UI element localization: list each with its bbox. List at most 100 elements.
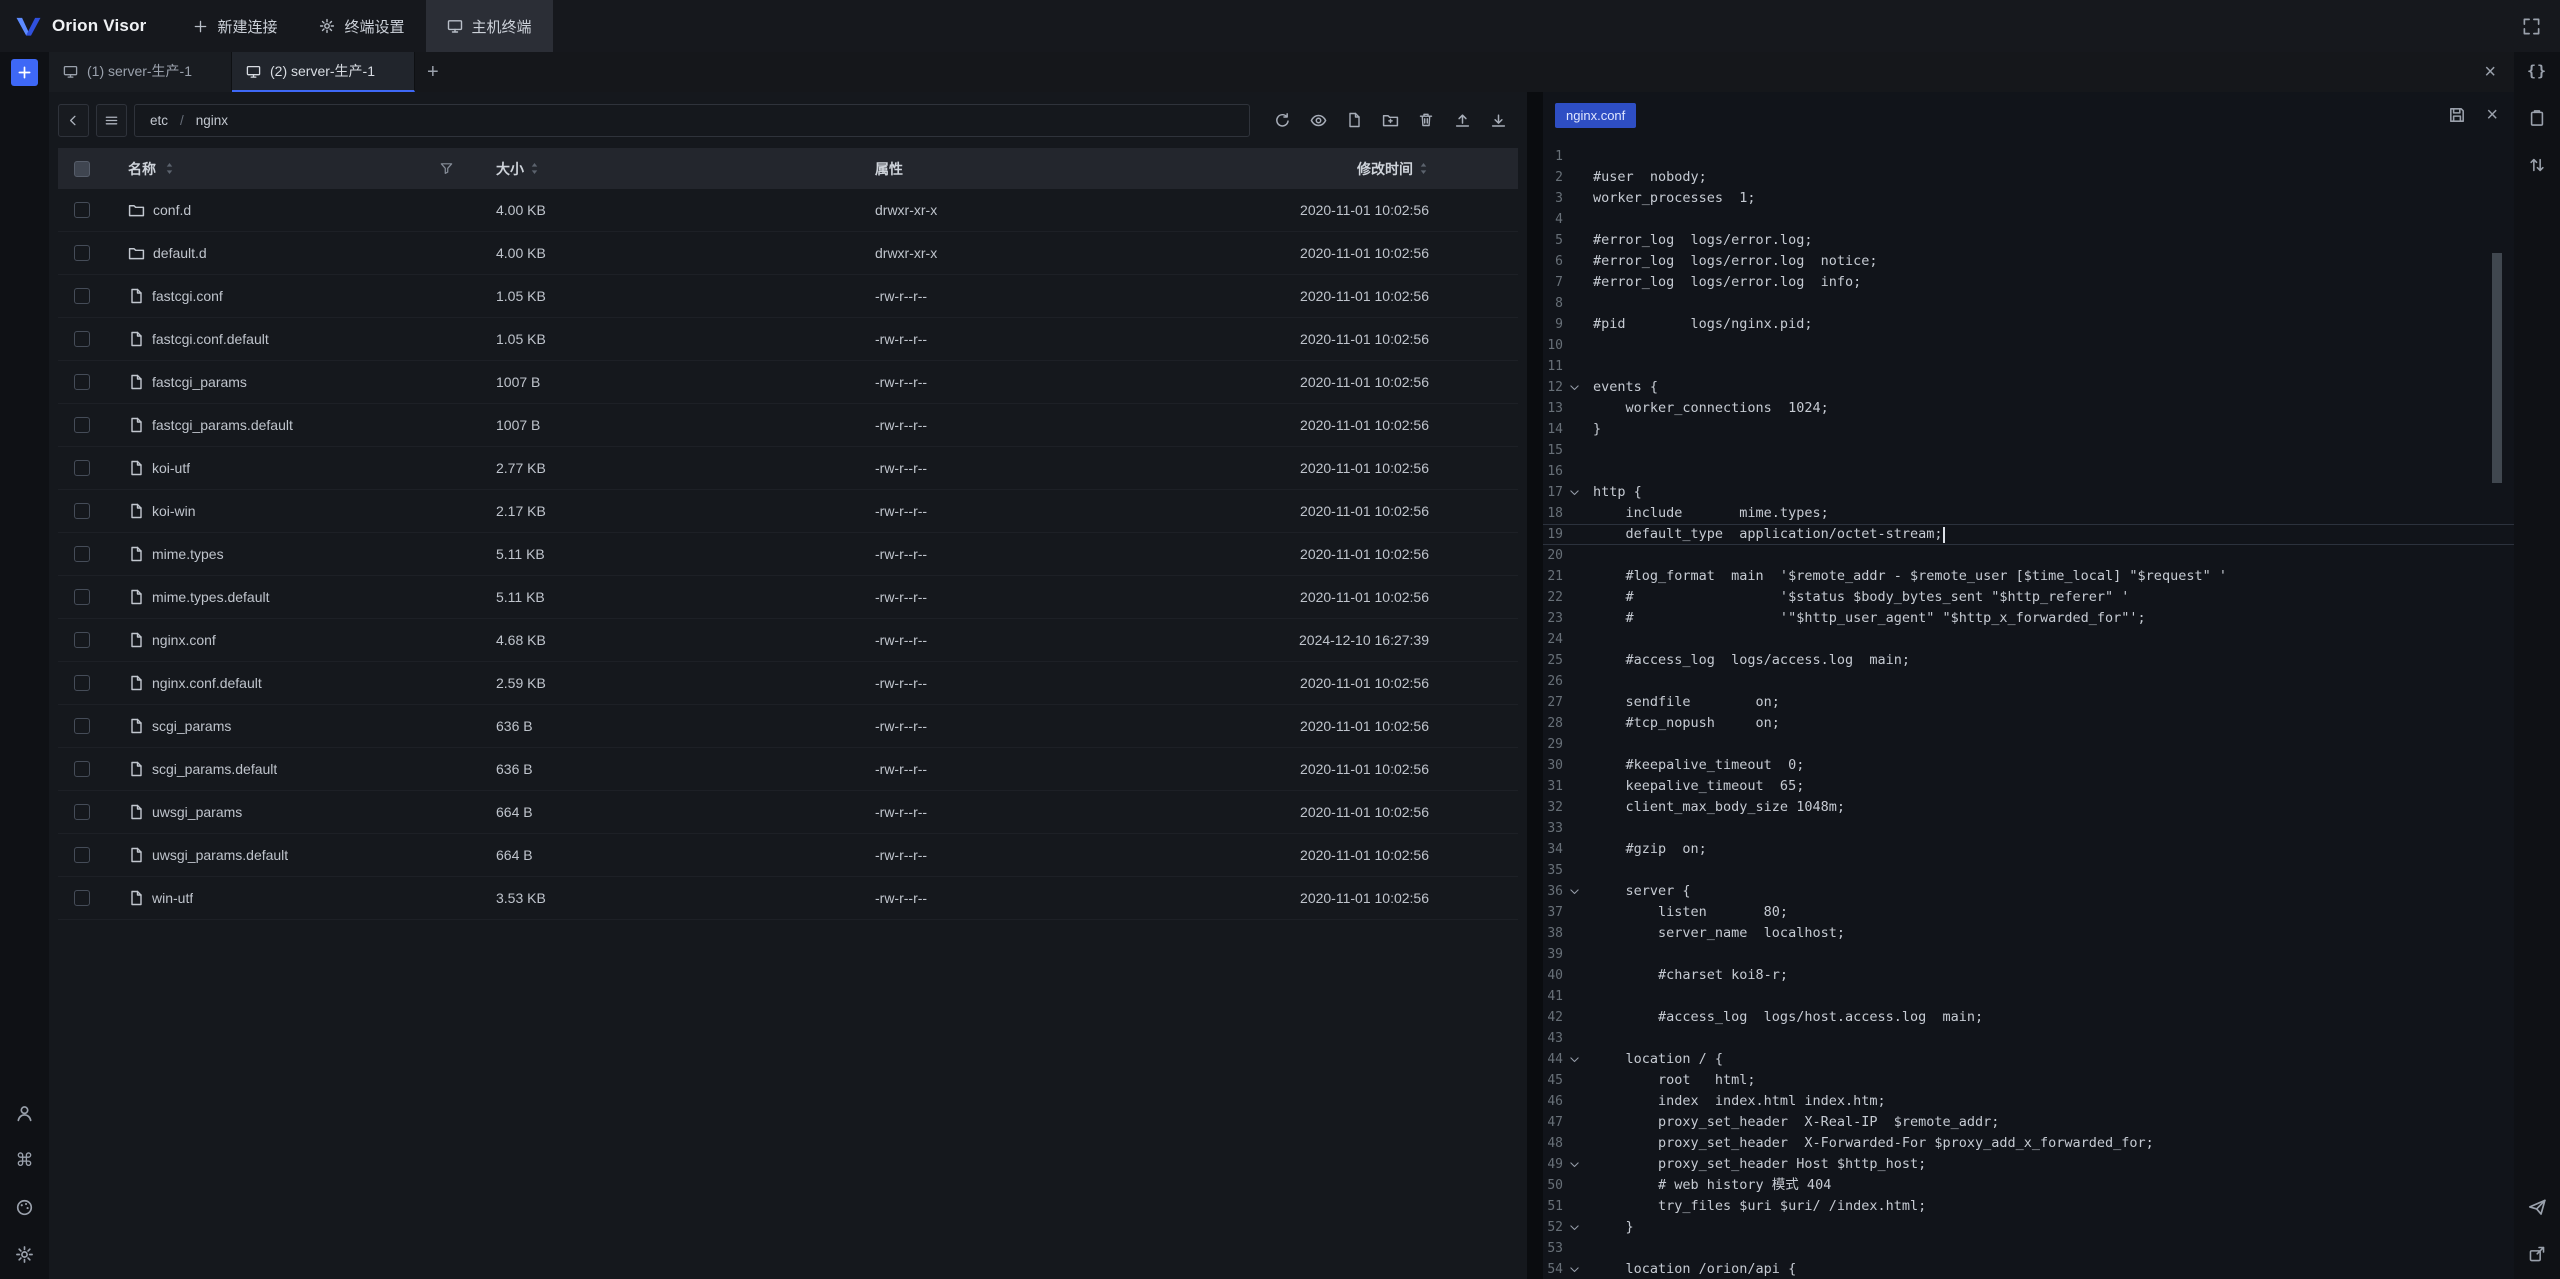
table-row[interactable]: scgi_params.default 636 B -rw-r--r-- 202… <box>58 748 1518 791</box>
code-line[interactable]: 1 <box>1543 146 2514 167</box>
code-line[interactable]: 48 proxy_set_header X-Forwarded-For $pro… <box>1543 1133 2514 1154</box>
code-line[interactable]: 19 default_type application/octet-stream… <box>1543 524 2514 545</box>
sort-icon[interactable] <box>1418 161 1429 176</box>
code-line[interactable]: 10 <box>1543 335 2514 356</box>
code-line[interactable]: 49 proxy_set_header Host $http_host; <box>1543 1154 2514 1175</box>
table-row[interactable]: mime.types 5.11 KB -rw-r--r-- 2020-11-01… <box>58 533 1518 576</box>
row-checkbox[interactable] <box>74 675 90 691</box>
list-view-button[interactable] <box>96 104 127 137</box>
path-breadcrumb[interactable]: etc / nginx <box>134 104 1250 137</box>
row-checkbox[interactable] <box>74 288 90 304</box>
sort-icon[interactable] <box>529 161 540 176</box>
code-line[interactable]: 38 server_name localhost; <box>1543 923 2514 944</box>
table-row[interactable]: default.d 4.00 KB drwxr-xr-x 2020-11-01 … <box>58 232 1518 275</box>
code-line[interactable]: 18 include mime.types; <box>1543 503 2514 524</box>
code-line[interactable]: 37 listen 80; <box>1543 902 2514 923</box>
breadcrumb-segment[interactable]: etc <box>150 113 168 128</box>
sort-icon[interactable] <box>164 161 175 176</box>
code-line[interactable]: 40 #charset koi8-r; <box>1543 965 2514 986</box>
row-checkbox[interactable] <box>74 503 90 519</box>
menu-new-connection[interactable]: 新建连接 <box>172 0 298 52</box>
code-line[interactable]: 14 } <box>1543 419 2514 440</box>
code-line[interactable]: 54 location /orion/api { <box>1543 1259 2514 1279</box>
code-line[interactable]: 46 index index.html index.htm; <box>1543 1091 2514 1112</box>
row-checkbox[interactable] <box>74 761 90 777</box>
code-line[interactable]: 7 #error_log logs/error.log info; <box>1543 272 2514 293</box>
code-line[interactable]: 39 <box>1543 944 2514 965</box>
row-checkbox[interactable] <box>74 546 90 562</box>
code-line[interactable]: 42 #access_log logs/host.access.log main… <box>1543 1007 2514 1028</box>
new-file-button[interactable] <box>1337 104 1371 137</box>
code-line[interactable]: 5 #error_log logs/error.log; <box>1543 230 2514 251</box>
fullscreen-button[interactable] <box>2518 13 2544 39</box>
code-line[interactable]: 51 try_files $uri $uri/ /index.html; <box>1543 1196 2514 1217</box>
filter-icon[interactable] <box>439 161 454 176</box>
code-line[interactable]: 20 <box>1543 545 2514 566</box>
row-checkbox[interactable] <box>74 632 90 648</box>
row-checkbox[interactable] <box>74 847 90 863</box>
code-line[interactable]: 45 root html; <box>1543 1070 2514 1091</box>
fold-toggle[interactable] <box>1563 885 1585 898</box>
code-line[interactable]: 15 <box>1543 440 2514 461</box>
save-button[interactable] <box>2448 106 2466 124</box>
download-button[interactable] <box>1481 104 1515 137</box>
table-row[interactable]: fastcgi_params.default 1007 B -rw-r--r--… <box>58 404 1518 447</box>
column-size[interactable]: 大小 <box>496 159 524 179</box>
refresh-button[interactable] <box>1265 104 1299 137</box>
code-line[interactable]: 31 keepalive_timeout 65; <box>1543 776 2514 797</box>
user-button[interactable] <box>12 1100 38 1126</box>
variables-button[interactable]: {} <box>2524 58 2550 84</box>
code-line[interactable]: 3 worker_processes 1; <box>1543 188 2514 209</box>
code-line[interactable]: 32 client_max_body_size 1048m; <box>1543 797 2514 818</box>
code-line[interactable]: 16 <box>1543 461 2514 482</box>
code-line[interactable]: 22 # '$status $body_bytes_sent "$http_re… <box>1543 587 2514 608</box>
row-checkbox[interactable] <box>74 890 90 906</box>
code-line[interactable]: 26 <box>1543 671 2514 692</box>
fold-toggle[interactable] <box>1563 1221 1585 1234</box>
send-command-button[interactable] <box>2524 1194 2550 1220</box>
code-line[interactable]: 44 location / { <box>1543 1049 2514 1070</box>
menu-terminal-settings[interactable]: 终端设置 <box>298 0 425 52</box>
code-line[interactable]: 21 #log_format main '$remote_addr - $rem… <box>1543 566 2514 587</box>
app-brand[interactable]: Orion Visor <box>0 0 172 52</box>
code-line[interactable]: 8 <box>1543 293 2514 314</box>
code-line[interactable]: 2 #user nobody; <box>1543 167 2514 188</box>
terminal-tab[interactable]: (2) server-生产-1 <box>232 52 415 92</box>
table-row[interactable]: fastcgi_params 1007 B -rw-r--r-- 2020-11… <box>58 361 1518 404</box>
panel-splitter[interactable] <box>1527 92 1543 1279</box>
row-checkbox[interactable] <box>74 589 90 605</box>
table-row[interactable]: fastcgi.conf.default 1.05 KB -rw-r--r-- … <box>58 318 1518 361</box>
row-checkbox[interactable] <box>74 417 90 433</box>
code-line[interactable]: 25 #access_log logs/access.log main; <box>1543 650 2514 671</box>
capture-button[interactable] <box>2524 1241 2550 1267</box>
code-line[interactable]: 27 sendfile on; <box>1543 692 2514 713</box>
table-row[interactable]: mime.types.default 5.11 KB -rw-r--r-- 20… <box>58 576 1518 619</box>
row-checkbox[interactable] <box>74 804 90 820</box>
table-row[interactable]: uwsgi_params.default 664 B -rw-r--r-- 20… <box>58 834 1518 877</box>
code-line[interactable]: 24 <box>1543 629 2514 650</box>
back-button[interactable] <box>58 104 89 137</box>
clipboard-button[interactable] <box>2524 105 2550 131</box>
row-checkbox[interactable] <box>74 718 90 734</box>
table-row[interactable]: fastcgi.conf 1.05 KB -rw-r--r-- 2020-11-… <box>58 275 1518 318</box>
select-all-checkbox[interactable] <box>74 161 90 177</box>
table-row[interactable]: scgi_params 636 B -rw-r--r-- 2020-11-01 … <box>58 705 1518 748</box>
breadcrumb-segment[interactable]: nginx <box>196 113 228 128</box>
code-line[interactable]: 35 <box>1543 860 2514 881</box>
code-line[interactable]: 52 } <box>1543 1217 2514 1238</box>
new-tab-button[interactable] <box>11 59 38 86</box>
code-line[interactable]: 53 <box>1543 1238 2514 1259</box>
close-editor-button[interactable]: × <box>2486 104 2498 127</box>
code-line[interactable]: 50 # web history 模式 404 <box>1543 1175 2514 1196</box>
code-line[interactable]: 47 proxy_set_header X-Real-IP $remote_ad… <box>1543 1112 2514 1133</box>
code-line[interactable]: 33 <box>1543 818 2514 839</box>
column-name[interactable]: 名称 <box>128 159 156 179</box>
code-line[interactable]: 11 <box>1543 356 2514 377</box>
theme-button[interactable] <box>12 1194 38 1220</box>
show-hidden-button[interactable] <box>1301 104 1335 137</box>
code-line[interactable]: 43 <box>1543 1028 2514 1049</box>
settings-button[interactable] <box>12 1241 38 1267</box>
fold-toggle[interactable] <box>1563 1263 1585 1276</box>
code-line[interactable]: 36 server { <box>1543 881 2514 902</box>
code-line[interactable]: 41 <box>1543 986 2514 1007</box>
